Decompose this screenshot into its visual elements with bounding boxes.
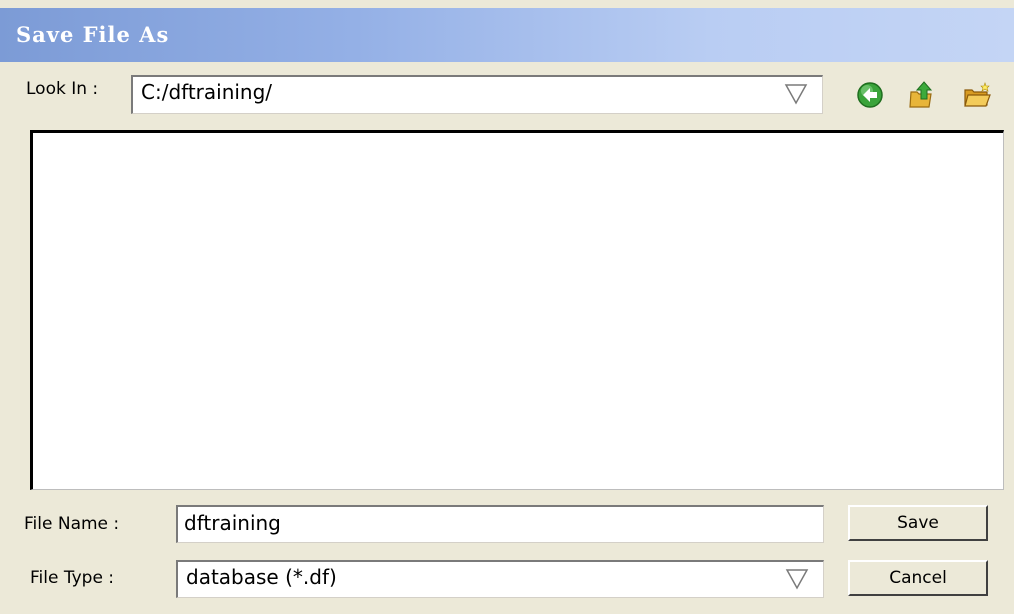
- title-bar[interactable]: Save File As: [0, 8, 1014, 62]
- look-in-label: Look In :: [26, 79, 99, 99]
- up-folder-icon[interactable]: [907, 80, 937, 110]
- new-folder-icon[interactable]: [962, 80, 992, 110]
- save-button[interactable]: Save: [848, 505, 988, 541]
- dropdown-arrow-icon[interactable]: [784, 83, 808, 105]
- file-name-value: dftraining: [184, 511, 281, 535]
- save-file-dialog: Save File As Look In : C:/dftraining/ Fi…: [0, 0, 1014, 614]
- back-arrow-icon[interactable]: [855, 80, 885, 110]
- dropdown-arrow-icon[interactable]: [785, 568, 809, 590]
- file-list-pane[interactable]: [30, 130, 1004, 490]
- dialog-title: Save File As: [16, 22, 170, 47]
- file-type-dropdown[interactable]: database (*.df): [176, 560, 824, 598]
- look-in-value: C:/dftraining/: [141, 80, 273, 104]
- file-type-label: File Type :: [30, 568, 115, 588]
- file-name-label: File Name :: [24, 514, 120, 534]
- cancel-button[interactable]: Cancel: [848, 560, 988, 596]
- file-type-value: database (*.df): [186, 565, 337, 589]
- look-in-dropdown[interactable]: C:/dftraining/: [131, 75, 823, 114]
- file-name-input[interactable]: dftraining: [176, 505, 824, 543]
